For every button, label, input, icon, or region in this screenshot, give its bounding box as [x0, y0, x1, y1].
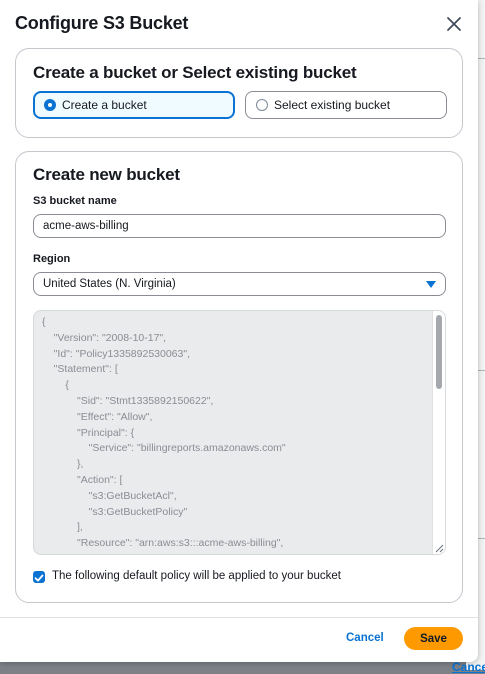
save-button[interactable]: Save — [404, 627, 463, 650]
create-new-bucket-heading: Create new bucket — [33, 165, 180, 184]
default-policy-checkbox[interactable] — [33, 571, 45, 583]
region-select[interactable]: United States (N. Virginia) — [33, 272, 446, 296]
policy-scrollbar[interactable] — [432, 311, 445, 554]
resize-handle-icon[interactable] — [435, 544, 444, 553]
region-label: Region — [33, 253, 71, 265]
policy-scroll-thumb[interactable] — [436, 315, 442, 389]
select-existing-bucket-label: Select existing bucket — [274, 98, 391, 112]
bucket-name-label: S3 bucket name — [33, 195, 117, 207]
radio-unselected-icon — [256, 99, 268, 111]
caret-down-icon — [426, 281, 436, 288]
bucket-choice-heading: Create a bucket or Select existing bucke… — [33, 63, 357, 82]
create-bucket-label: Create a bucket — [62, 98, 147, 112]
radio-selected-icon — [44, 99, 56, 111]
background-cancel-link: Cancel — [452, 660, 485, 674]
create-bucket-option[interactable]: Create a bucket — [33, 91, 235, 119]
bucket-name-input[interactable] — [33, 214, 446, 238]
checkmark-icon — [34, 574, 44, 582]
modal-title: Configure S3 Bucket — [15, 13, 189, 33]
footer-divider — [0, 617, 478, 618]
default-policy-checkbox-label: The following default policy will be app… — [52, 570, 341, 582]
close-icon — [447, 17, 461, 31]
configure-s3-bucket-modal: Configure S3 Bucket Create a bucket or S… — [0, 0, 478, 662]
cancel-button[interactable]: Cancel — [346, 632, 384, 644]
bucket-choice-panel: Create a bucket or Select existing bucke… — [15, 48, 463, 138]
create-new-bucket-panel: Create new bucket S3 bucket name Region … — [15, 151, 463, 603]
region-select-value: United States (N. Virginia) — [43, 278, 176, 290]
close-button[interactable] — [444, 14, 464, 34]
bucket-policy-textarea[interactable]: { "Version": "2008-10-17", "Id": "Policy… — [33, 310, 446, 555]
bucket-policy-text: { "Version": "2008-10-17", "Id": "Policy… — [42, 316, 286, 550]
select-existing-bucket-option[interactable]: Select existing bucket — [245, 91, 447, 119]
